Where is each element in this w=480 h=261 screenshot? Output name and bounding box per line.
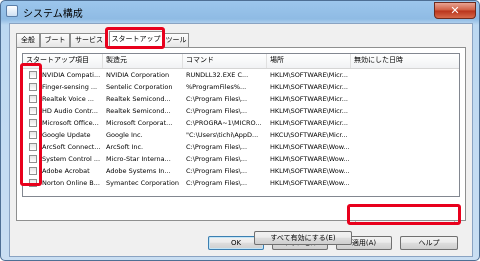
table-row[interactable]: ArcSoft Connect... ArcSoft Inc. C:\Program… <box>23 142 459 153</box>
cell-location: HKLM\SOFTWARE\Wow... <box>270 143 350 151</box>
cell-maker: Realtek Semicond... <box>106 95 171 103</box>
cell-command: C:\Program Files\... <box>186 107 248 115</box>
tab-boot[interactable]: ブート <box>40 33 70 47</box>
table-row[interactable]: Adobe Acrobat Adobe Systems In... C:\Progr… <box>23 166 459 177</box>
cell-maker: Symantec Corporation <box>106 179 179 187</box>
cell-location: HKLM\SOFTWARE\Micr... <box>270 83 348 91</box>
cell-command: %ProgramFiles%... <box>186 83 247 91</box>
cell-maker: Adobe Systems In... <box>106 167 171 175</box>
help-button[interactable]: ヘルプ <box>400 236 458 250</box>
cell-date <box>351 130 459 141</box>
cell-command: C:\Program Files\... <box>186 143 248 151</box>
table-row[interactable]: HD Audio Contr... Realtek Semicond... C:\P… <box>23 106 459 117</box>
tab-tools[interactable]: ツール <box>163 33 189 47</box>
startup-tab-panel: スタートアップ項目 製造元 コマンド 場所 無効にした日時 NVIDIA Com… <box>16 47 466 245</box>
system-config-window: システム構成 ✕ 全般 ブート サービス スタートアップ ツール スタートアップ… <box>0 0 480 261</box>
cell-date <box>351 82 459 93</box>
cell-command: "C:\Users\tichi\AppD... <box>186 131 259 139</box>
cell-location: HKLM\SOFTWARE\Micr... <box>270 95 348 103</box>
cell-location: HKLM\SOFTWARE\Wow... <box>270 167 350 175</box>
cell-location: HKLM\SOFTWARE\Wow... <box>270 179 350 187</box>
cell-item: NVIDIA Compati... <box>42 71 101 79</box>
cell-command: C:\Program Files\... <box>186 155 248 163</box>
close-button[interactable]: ✕ <box>434 2 476 19</box>
cell-maker: Microsoft Corporat... <box>106 119 173 127</box>
cell-command: C:\Program Files\... <box>186 179 248 187</box>
cell-date <box>351 154 459 165</box>
startup-list[interactable]: スタートアップ項目 製造元 コマンド 場所 無効にした日時 NVIDIA Com… <box>22 53 460 197</box>
enable-all-button[interactable]: すべて有効にする(E) <box>254 231 352 245</box>
cell-item: Adobe Acrobat <box>42 167 90 175</box>
cell-command: C:\Program Files\... <box>186 95 248 103</box>
cell-item: HD Audio Contr... <box>42 107 98 115</box>
cell-maker: ArcSoft Inc. <box>106 143 144 151</box>
table-row[interactable]: NVIDIA Compati... NVIDIA Corporation RUNDL… <box>23 70 459 81</box>
cell-item: Microsoft Office... <box>42 119 99 127</box>
column-header-maker[interactable]: 製造元 <box>103 54 183 68</box>
tab-services[interactable]: サービス <box>70 33 108 47</box>
cell-date <box>351 70 459 81</box>
cell-date <box>351 178 459 189</box>
cell-date <box>351 118 459 129</box>
cell-date <box>351 142 459 153</box>
cell-maker: Micro-Star Interna... <box>106 155 171 163</box>
app-icon <box>6 5 18 17</box>
startup-tab-highlight <box>105 27 165 49</box>
cell-item: Norton Online B... <box>42 179 100 187</box>
cell-item: ArcSoft Connect... <box>42 143 101 151</box>
cell-date <box>351 166 459 177</box>
table-row[interactable]: Microsoft Office... Microsoft Corporat...… <box>23 118 459 129</box>
cell-date <box>351 94 459 105</box>
cell-maker: Google Inc. <box>106 131 143 139</box>
table-row[interactable]: Finger-sensing ... Sentelic Corporation %P… <box>23 82 459 93</box>
cell-date <box>351 106 459 117</box>
list-header: スタートアップ項目 製造元 コマンド 場所 無効にした日時 <box>23 54 459 69</box>
cell-item: System Control ... <box>42 155 101 163</box>
cell-item: Realtek Voice ... <box>42 95 94 103</box>
checkbox-column-highlight <box>20 63 42 186</box>
tab-general[interactable]: 全般 <box>16 33 40 47</box>
column-header-location[interactable]: 場所 <box>267 54 351 68</box>
cell-maker: Realtek Semicond... <box>106 107 171 115</box>
cell-location: HKLM\SOFTWARE\Micr... <box>270 119 348 127</box>
cell-item: Finger-sensing ... <box>42 83 98 91</box>
table-row[interactable]: Google Update Google Inc. "C:\Users\tichi\… <box>23 130 459 141</box>
cell-item: Google Update <box>42 131 91 139</box>
cell-command: C:\Program Files\... <box>186 167 248 175</box>
cell-command: RUNDLL32.EXE C... <box>186 71 249 79</box>
column-header-disabled-date[interactable]: 無効にした日時 <box>351 54 459 68</box>
cell-maker: Sentelic Corporation <box>106 83 173 91</box>
cell-location: HKLM\SOFTWARE\Micr... <box>270 71 348 79</box>
cell-command: C:\PROGRA~1\MICRO... <box>186 119 262 127</box>
table-row[interactable]: System Control ... Micro-Star Interna... C… <box>23 154 459 165</box>
cell-location: HKLM\SOFTWARE\Wow... <box>270 155 350 163</box>
cell-location: HKCU\SOFTWARE\Micr... <box>270 131 348 139</box>
table-row[interactable]: Realtek Voice ... Realtek Semicond... C:\P… <box>23 94 459 105</box>
cell-maker: NVIDIA Corporation <box>106 71 170 79</box>
cell-location: HKLM\SOFTWARE\Micr... <box>270 107 348 115</box>
disable-all-highlight <box>347 204 461 225</box>
column-header-command[interactable]: コマンド <box>183 54 267 68</box>
window-title: システム構成 <box>23 9 83 20</box>
table-row[interactable]: Norton Online B... Symantec Corporation C:… <box>23 178 459 189</box>
